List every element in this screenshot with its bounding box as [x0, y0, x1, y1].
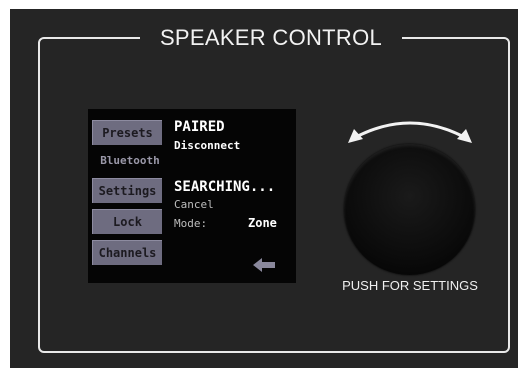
presets-button[interactable]: Presets: [92, 120, 162, 145]
cancel-button[interactable]: Cancel: [174, 198, 214, 211]
searching-status: SEARCHING...: [174, 179, 276, 195]
lock-button[interactable]: Lock: [92, 209, 162, 234]
knob-caption: PUSH FOR SETTINGS: [342, 278, 478, 293]
settings-button[interactable]: Settings: [92, 178, 162, 203]
channels-button[interactable]: Channels: [92, 240, 162, 265]
mode-value[interactable]: Zone: [248, 216, 277, 230]
rotate-arrows-icon: [348, 121, 472, 143]
bluetooth-menu-label: Bluetooth: [100, 154, 160, 167]
speaker-control-panel: SPEAKER CONTROL Presets Bluetooth Settin…: [10, 9, 518, 368]
control-knob[interactable]: [344, 144, 475, 275]
disconnect-button[interactable]: Disconnect: [174, 139, 240, 152]
panel-title: SPEAKER CONTROL: [140, 25, 402, 51]
back-arrow-icon[interactable]: [253, 257, 277, 273]
lcd-screen: Presets Bluetooth Settings Lock Channels…: [88, 109, 296, 283]
mode-label: Mode:: [174, 217, 208, 230]
paired-status: PAIRED: [174, 119, 225, 135]
